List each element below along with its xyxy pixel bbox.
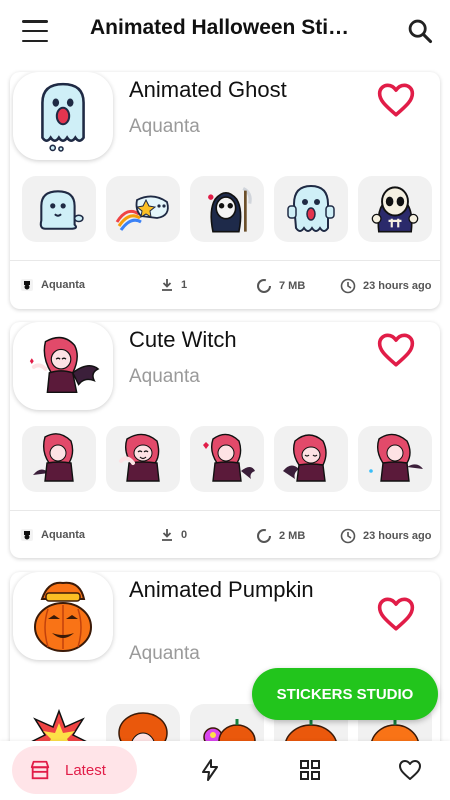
pack-card-pumpkin[interactable]: Animated Pumpkin Aquanta: [10, 572, 440, 752]
stickers-studio-button[interactable]: STICKERS STUDIO: [252, 668, 438, 720]
meta-time: 23 hours ago: [340, 278, 431, 294]
nav-latest-label: Latest: [65, 761, 106, 779]
sticker-thumb[interactable]: [106, 426, 180, 492]
meta-time-label: 23 hours ago: [363, 530, 432, 542]
sticker-thumb[interactable]: [358, 176, 432, 242]
pack-author: Aquanta: [129, 116, 200, 137]
heart-outline-icon[interactable]: [376, 82, 416, 118]
storage-ring-icon: [257, 279, 271, 293]
stickers-studio-label: STICKERS STUDIO: [276, 685, 414, 703]
divider: [10, 510, 440, 511]
witch-crying-sticker-icon: [283, 434, 327, 482]
meta-author-label: Aquanta: [41, 279, 85, 291]
sticker-thumb[interactable]: [22, 426, 96, 492]
pack-title: Cute Witch: [129, 327, 237, 352]
sticker-thumb[interactable]: [274, 176, 348, 242]
meta-author: Aquanta: [20, 278, 85, 292]
pack-thumbnail[interactable]: [13, 572, 113, 660]
grid-icon[interactable]: [298, 758, 322, 782]
pack-card-ghost[interactable]: Animated Ghost Aquanta Aquanta 1 7 MB 23…: [10, 72, 440, 309]
pumpkin-sticker-icon: [34, 581, 92, 652]
pack-title: Animated Ghost: [129, 77, 287, 102]
meta-downloads: 1: [160, 278, 187, 292]
download-icon: [162, 529, 172, 541]
meta-time-label: 23 hours ago: [363, 280, 432, 292]
app-title: Animated Halloween Sti…: [90, 16, 350, 39]
pack-meta-row: Aquanta 1 7 MB 23 hours ago: [10, 266, 440, 306]
sticker-thumb[interactable]: [274, 426, 348, 492]
sticker-thumb[interactable]: [106, 176, 180, 242]
heart-outline-icon[interactable]: [398, 758, 422, 782]
heart-outline-icon[interactable]: [376, 596, 416, 632]
ghost-sticker-icon: [39, 190, 84, 230]
search-icon[interactable]: [406, 17, 434, 45]
divider: [10, 260, 440, 261]
meta-downloads: 0: [160, 528, 187, 542]
skeleton-sticker-icon: [371, 186, 419, 233]
nav-latest[interactable]: Latest: [12, 746, 137, 794]
pack-thumbnail[interactable]: [13, 322, 113, 410]
pack-meta-row: Aquanta 0 2 MB 23 hours ago: [10, 516, 440, 556]
download-icon: [162, 279, 172, 291]
sticker-thumb[interactable]: [22, 176, 96, 242]
storage-ring-icon: [257, 529, 271, 543]
meta-size: 7 MB: [256, 278, 305, 294]
meta-size-label: 7 MB: [279, 280, 306, 292]
menu-icon[interactable]: [22, 20, 48, 42]
meta-author: Aquanta: [20, 528, 85, 542]
app-bar: Animated Halloween Sti…: [0, 0, 450, 62]
sticker-thumb[interactable]: [190, 176, 264, 242]
author-avatar-icon: [21, 279, 33, 291]
reaper-sticker-icon: [208, 187, 252, 233]
sticker-thumb[interactable]: [358, 426, 432, 492]
clock-icon: [340, 528, 356, 544]
ghost-rainbow-sticker-icon: [115, 195, 169, 231]
ghost-scared-sticker-icon: [287, 184, 335, 232]
ghost-sticker-icon: [41, 82, 85, 152]
author-avatar-icon: [21, 529, 33, 541]
heart-outline-icon[interactable]: [376, 332, 416, 368]
sticker-thumb[interactable]: [190, 426, 264, 492]
pack-thumbnail[interactable]: [13, 72, 113, 160]
witch-love-sticker-icon: [203, 433, 255, 482]
witch-laughing-sticker-icon: [119, 433, 160, 482]
witch-sticker-icon: [33, 433, 74, 482]
pack-card-witch[interactable]: Cute Witch Aquanta Aquanta 0 2 MB 23 hou…: [10, 322, 440, 558]
pack-author: Aquanta: [129, 643, 200, 664]
witch-sticker-icon: [29, 336, 100, 394]
meta-author-label: Aquanta: [41, 529, 85, 541]
lightning-icon[interactable]: [198, 758, 222, 782]
clock-icon: [340, 278, 356, 294]
store-icon: [30, 760, 50, 780]
meta-downloads-count: 0: [181, 529, 188, 541]
meta-time: 23 hours ago: [340, 528, 431, 544]
pack-author: Aquanta: [129, 366, 200, 387]
meta-downloads-count: 1: [181, 279, 188, 291]
bottom-navigation: Latest: [0, 741, 450, 800]
meta-size-label: 2 MB: [279, 530, 306, 542]
witch-sad-sticker-icon: [369, 433, 423, 482]
pack-title: Animated Pumpkin: [129, 577, 314, 602]
meta-size: 2 MB: [256, 528, 305, 544]
